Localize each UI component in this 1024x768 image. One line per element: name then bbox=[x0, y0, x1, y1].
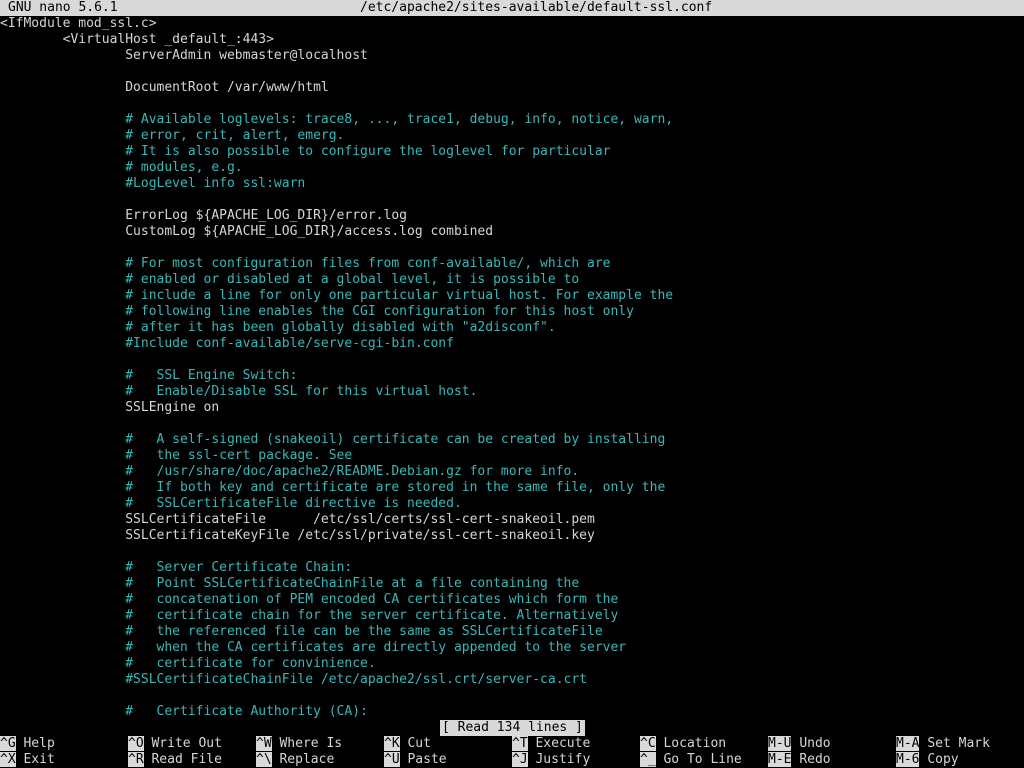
shortcut-label: Where Is bbox=[279, 736, 343, 751]
shortcut-go-to-line[interactable]: ^_ Go To Line bbox=[640, 752, 742, 768]
editor-line[interactable]: # include a line for only one particular… bbox=[0, 288, 673, 304]
editor-line[interactable]: # Certificate Authority (CA): bbox=[0, 704, 368, 720]
shortcut-label: Exit bbox=[23, 752, 55, 767]
editor-line[interactable]: SSLCertificateKeyFile /etc/ssl/private/s… bbox=[0, 528, 595, 544]
shortcut-key: ^J bbox=[512, 752, 528, 767]
shortcut-justify[interactable]: ^J Justify bbox=[512, 752, 590, 768]
shortcut-copy[interactable]: M-6 Copy bbox=[896, 752, 959, 768]
shortcut-undo[interactable]: M-U Undo bbox=[768, 736, 831, 752]
shortcut-replace[interactable]: ^\ Replace bbox=[256, 752, 334, 768]
editor-line[interactable]: # certificate chain for the server certi… bbox=[0, 608, 618, 624]
shortcut-where-is[interactable]: ^W Where Is bbox=[256, 736, 342, 752]
editor-line[interactable]: # when the CA certificates are directly … bbox=[0, 640, 626, 656]
shortcut-label: Help bbox=[23, 736, 55, 751]
editor-line[interactable]: # Available loglevels: trace8, ..., trac… bbox=[0, 112, 673, 128]
editor-line[interactable]: # Point SSLCertificateChainFile at a fil… bbox=[0, 576, 579, 592]
shortcut-label: Replace bbox=[279, 752, 335, 767]
shortcut-key: ^W bbox=[256, 736, 272, 751]
shortcut-key: ^\ bbox=[256, 752, 272, 767]
editor-line[interactable]: # A self-signed (snakeoil) certificate c… bbox=[0, 432, 665, 448]
editor-line[interactable]: # SSL Engine Switch: bbox=[0, 368, 297, 384]
shortcut-label: Paste bbox=[407, 752, 447, 767]
shortcut-location[interactable]: ^C Location bbox=[640, 736, 726, 752]
status-message: [ Read 134 lines ] bbox=[440, 720, 585, 736]
shortcut-label: Justify bbox=[535, 752, 591, 767]
editor-line[interactable]: <IfModule mod_ssl.c> bbox=[0, 16, 157, 32]
shortcut-key: M-A bbox=[896, 736, 920, 751]
shortcut-key: ^R bbox=[128, 752, 144, 767]
shortcut-label: Cut bbox=[407, 736, 431, 751]
editor-line[interactable]: #Include conf-available/serve-cgi-bin.co… bbox=[0, 336, 454, 352]
shortcut-execute[interactable]: ^T Execute bbox=[512, 736, 590, 752]
editor-line[interactable]: # For most configuration files from conf… bbox=[0, 256, 610, 272]
shortcut-key: ^K bbox=[384, 736, 400, 751]
shortcut-key: M-6 bbox=[896, 752, 920, 767]
editor-line[interactable]: # following line enables the CGI configu… bbox=[0, 304, 634, 320]
app-name: GNU nano 5.6.1 bbox=[8, 0, 118, 15]
shortcut-read-file[interactable]: ^R Read File bbox=[128, 752, 222, 768]
editor-line[interactable]: # Server Certificate Chain: bbox=[0, 560, 352, 576]
editor-line[interactable]: # certificate for convinience. bbox=[0, 656, 375, 672]
editor-line[interactable]: # It is also possible to configure the l… bbox=[0, 144, 610, 160]
editor-line[interactable]: ErrorLog ${APACHE_LOG_DIR}/error.log bbox=[0, 208, 407, 224]
shortcut-key: ^X bbox=[0, 752, 16, 767]
shortcut-key: M-U bbox=[768, 736, 792, 751]
editor-line[interactable]: # error, crit, alert, emerg. bbox=[0, 128, 344, 144]
shortcut-label: Copy bbox=[927, 752, 959, 767]
shortcut-key: ^G bbox=[0, 736, 16, 751]
title-bar: GNU nano 5.6.1 /etc/apache2/sites-availa… bbox=[0, 0, 1024, 16]
editor-line[interactable]: ServerAdmin webmaster@localhost bbox=[0, 48, 368, 64]
editor-line[interactable]: # If both key and certificate are stored… bbox=[0, 480, 665, 496]
shortcut-cut[interactable]: ^K Cut bbox=[384, 736, 431, 752]
editor-line[interactable]: #SSLCertificateChainFile /etc/apache2/ss… bbox=[0, 672, 587, 688]
shortcut-label: Set Mark bbox=[927, 736, 990, 751]
shortcut-label: Write Out bbox=[151, 736, 222, 751]
editor-line[interactable]: SSLCertificateFile /etc/ssl/certs/ssl-ce… bbox=[0, 512, 595, 528]
editor-line[interactable]: <VirtualHost _default_:443> bbox=[0, 32, 274, 48]
shortcut-key: ^U bbox=[384, 752, 400, 767]
editor-line[interactable]: # Enable/Disable SSL for this virtual ho… bbox=[0, 384, 477, 400]
shortcut-key: ^_ bbox=[640, 752, 656, 767]
shortcut-label: Go To Line bbox=[663, 752, 742, 767]
editor-line[interactable]: # concatenation of PEM encoded CA certif… bbox=[0, 592, 618, 608]
editor-line[interactable]: DocumentRoot /var/www/html bbox=[0, 80, 329, 96]
shortcut-key: ^T bbox=[512, 736, 528, 751]
shortcut-exit[interactable]: ^X Exit bbox=[0, 752, 55, 768]
shortcut-redo[interactable]: M-E Redo bbox=[768, 752, 831, 768]
editor-line[interactable]: # enabled or disabled at a global level,… bbox=[0, 272, 579, 288]
nano-terminal[interactable]: GNU nano 5.6.1 /etc/apache2/sites-availa… bbox=[0, 0, 1024, 768]
shortcut-label: Undo bbox=[799, 736, 831, 751]
shortcut-help[interactable]: ^G Help bbox=[0, 736, 55, 752]
shortcut-label: Redo bbox=[799, 752, 831, 767]
shortcut-label: Location bbox=[663, 736, 727, 751]
shortcut-write-out[interactable]: ^O Write Out bbox=[128, 736, 222, 752]
shortcut-key: ^O bbox=[128, 736, 144, 751]
editor-line[interactable]: # the referenced file can be the same as… bbox=[0, 624, 602, 640]
editor-line[interactable]: # modules, e.g. bbox=[0, 160, 242, 176]
shortcut-label: Execute bbox=[535, 736, 591, 751]
file-path: /etc/apache2/sites-available/default-ssl… bbox=[360, 0, 713, 15]
shortcut-key: ^C bbox=[640, 736, 656, 751]
editor-line[interactable]: # after it has been globally disabled wi… bbox=[0, 320, 555, 336]
editor-line[interactable]: SSLEngine on bbox=[0, 400, 219, 416]
editor-line[interactable]: # the ssl-cert package. See bbox=[0, 448, 352, 464]
editor-line[interactable]: CustomLog ${APACHE_LOG_DIR}/access.log c… bbox=[0, 224, 493, 240]
editor-line[interactable]: #LogLevel info ssl:warn bbox=[0, 176, 305, 192]
shortcut-set-mark[interactable]: M-A Set Mark bbox=[896, 736, 990, 752]
shortcut-key: M-E bbox=[768, 752, 792, 767]
editor-line[interactable]: # SSLCertificateFile directive is needed… bbox=[0, 496, 462, 512]
shortcut-label: Read File bbox=[151, 752, 222, 767]
editor-line[interactable]: # /usr/share/doc/apache2/README.Debian.g… bbox=[0, 464, 579, 480]
shortcut-paste[interactable]: ^U Paste bbox=[384, 752, 447, 768]
